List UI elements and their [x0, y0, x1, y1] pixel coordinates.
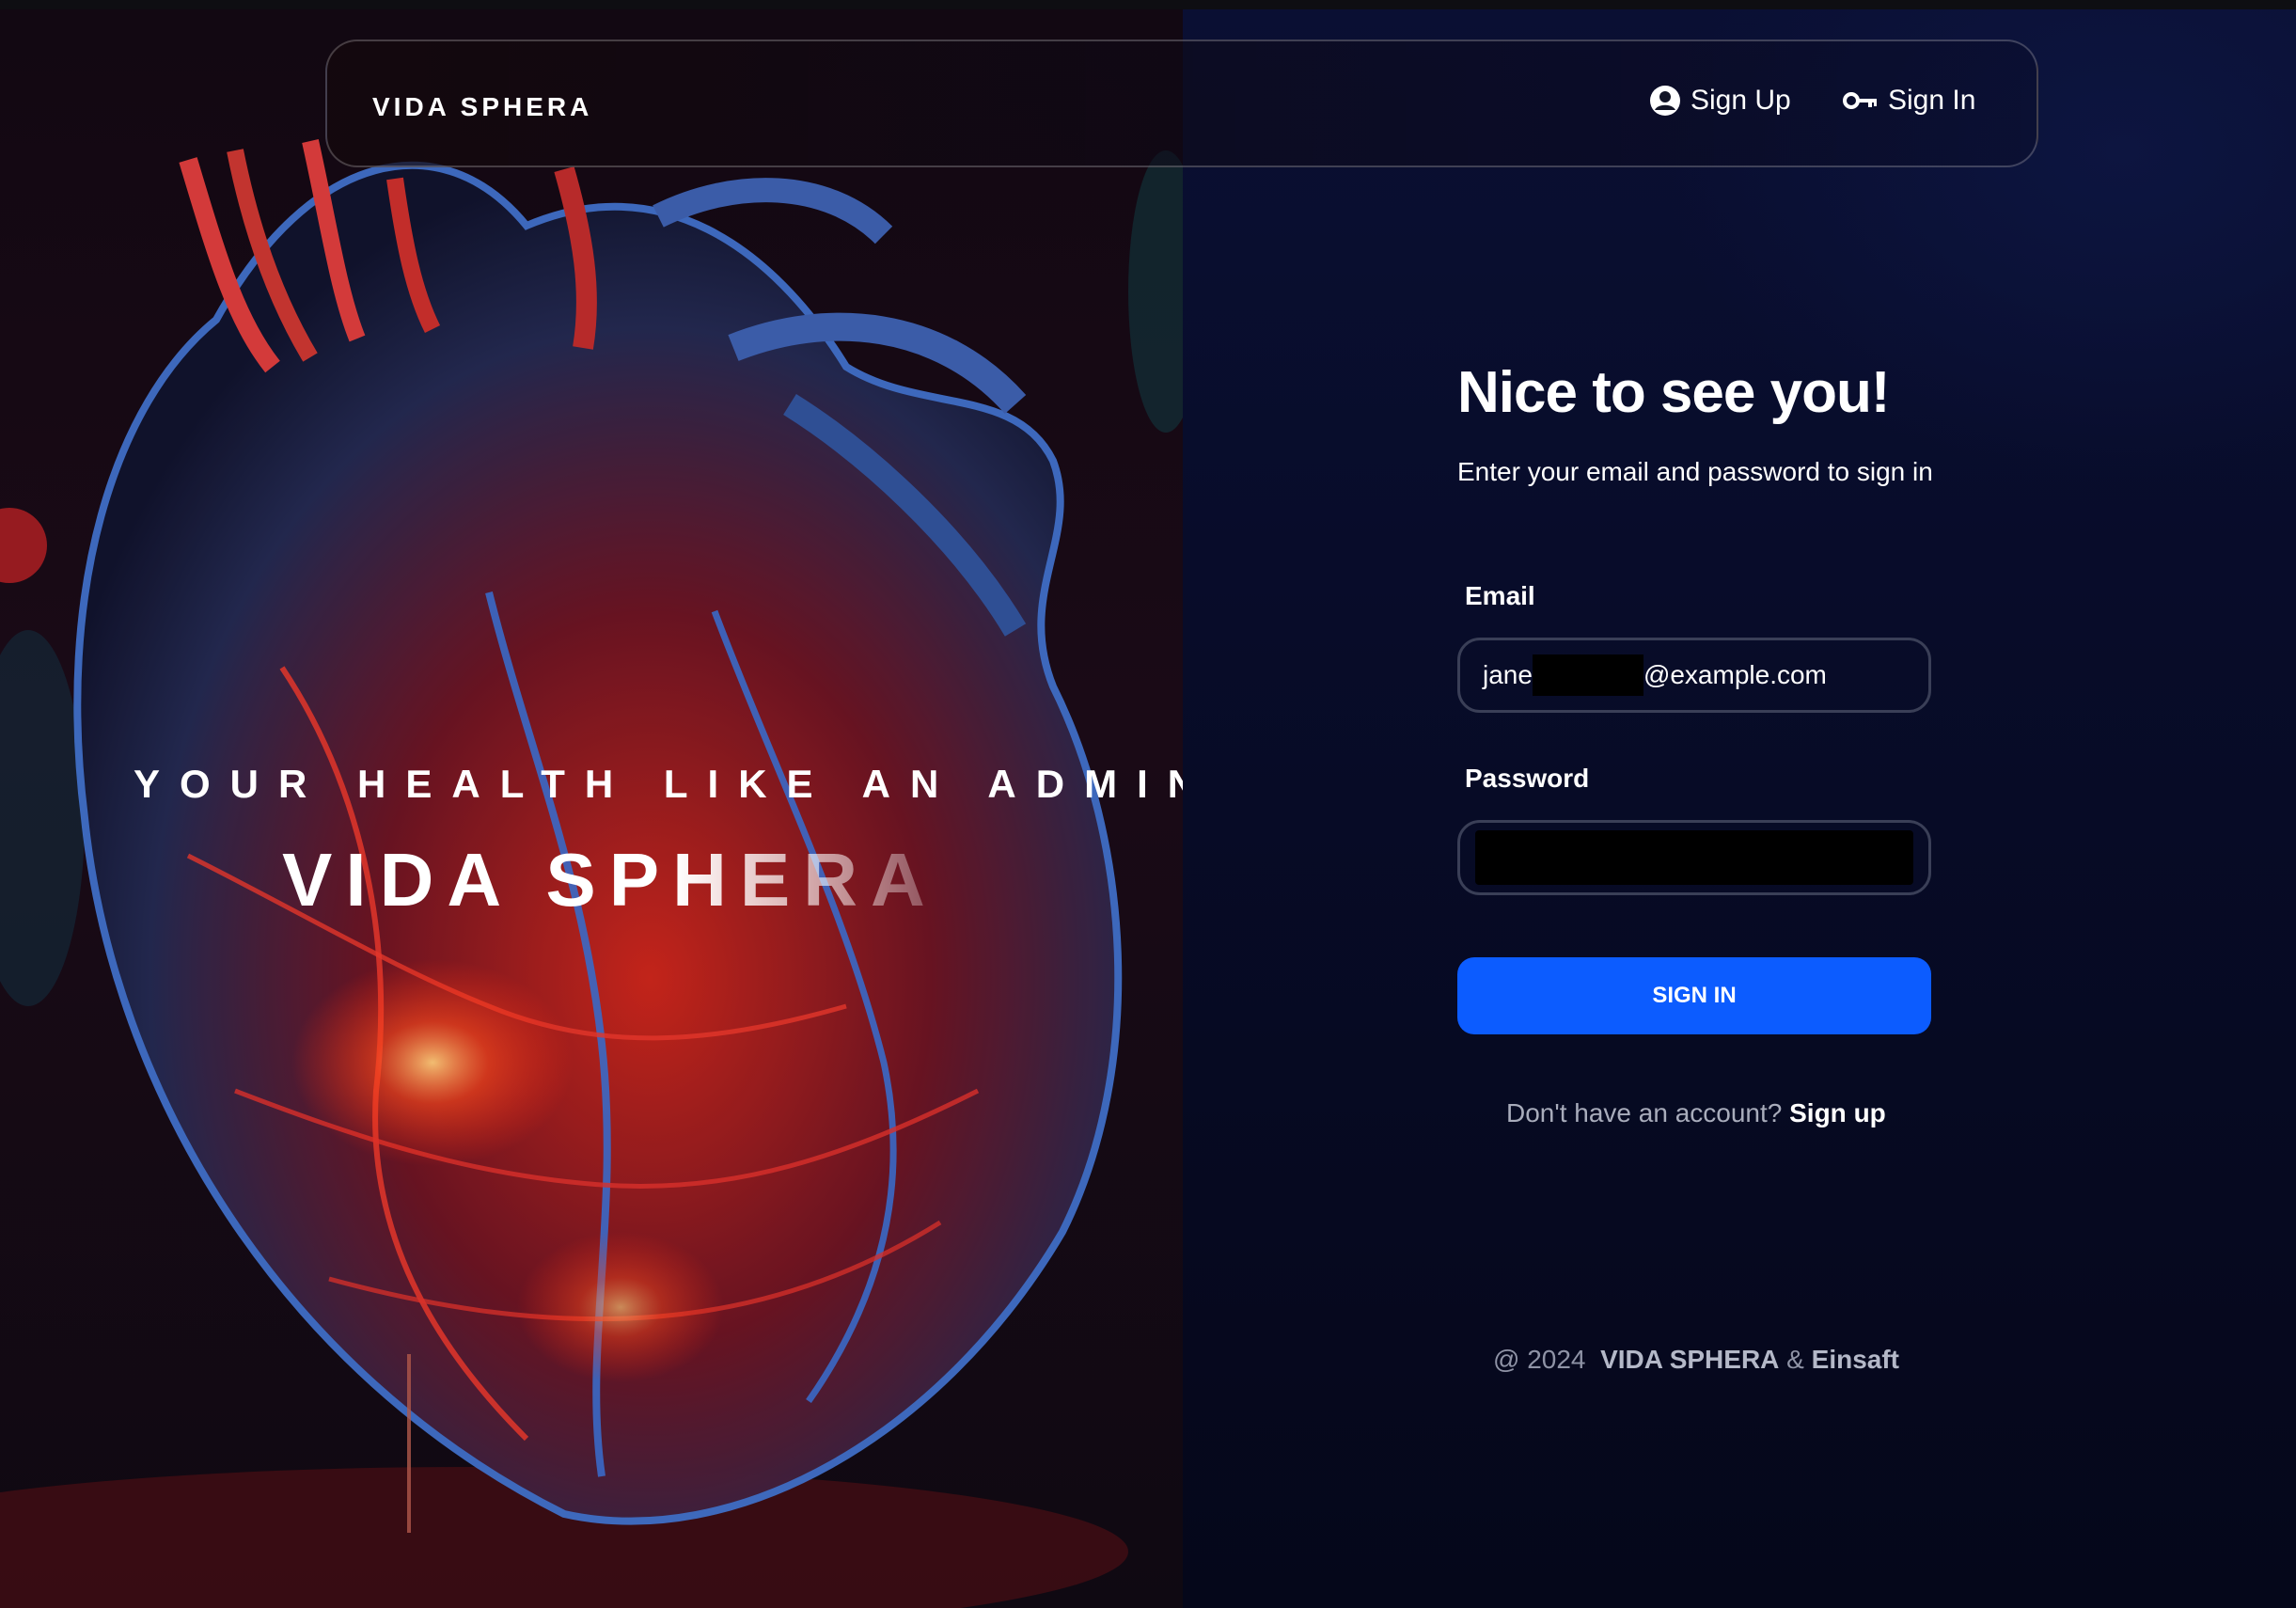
- email-label: Email: [1465, 581, 1535, 610]
- email-prefix: jane: [1483, 660, 1533, 689]
- footer: @ 2024 VIDA SPHERA & Einsaft: [1493, 1345, 1899, 1375]
- user-circle-icon: [1649, 85, 1681, 117]
- nav-sign-in-label: Sign In: [1888, 85, 1976, 116]
- email-redaction: [1532, 654, 1643, 696]
- password-field[interactable]: [1457, 820, 1931, 895]
- nav-sign-up[interactable]: Sign Up: [1649, 85, 1791, 117]
- welcome-subtitle: Enter your email and password to sign in: [1457, 457, 1933, 486]
- top-edge: [0, 0, 2296, 9]
- signup-link[interactable]: Sign up: [1789, 1098, 1886, 1127]
- hero-title: VIDA SPHERA: [282, 838, 938, 922]
- footer-amp: &: [1786, 1345, 1804, 1374]
- footer-year: @ 2024: [1493, 1345, 1586, 1374]
- navbar-brand[interactable]: VIDA SPHERA: [372, 92, 592, 122]
- email-suffix: @example.com: [1643, 660, 1827, 689]
- hero-panel: YOUR HEALTH LIKE AN ADMIN VIDA SPHERA: [0, 9, 1183, 1608]
- signup-prompt-text: Don't have an account?: [1506, 1098, 1783, 1127]
- sign-in-button[interactable]: SIGN IN: [1457, 957, 1931, 1034]
- nav-sign-up-label: Sign Up: [1691, 85, 1791, 116]
- nav-sign-in[interactable]: Sign In: [1843, 85, 1975, 117]
- hero-tagline: YOUR HEALTH LIKE AN ADMIN: [134, 762, 1183, 806]
- footer-brand[interactable]: VIDA SPHERA: [1600, 1345, 1779, 1374]
- password-label: Password: [1465, 764, 1590, 793]
- welcome-heading: Nice to see you!: [1457, 360, 1890, 425]
- key-icon: [1843, 89, 1879, 112]
- footer-partner[interactable]: Einsaft: [1812, 1345, 1899, 1374]
- password-redaction: [1475, 830, 1913, 885]
- signup-prompt: Don't have an account? Sign up: [1506, 1098, 1886, 1128]
- heart-illustration: [0, 139, 1183, 1608]
- navbar: VIDA SPHERA Sign Up Sign In: [325, 39, 2038, 167]
- email-field[interactable]: jane @example.com: [1457, 638, 1931, 713]
